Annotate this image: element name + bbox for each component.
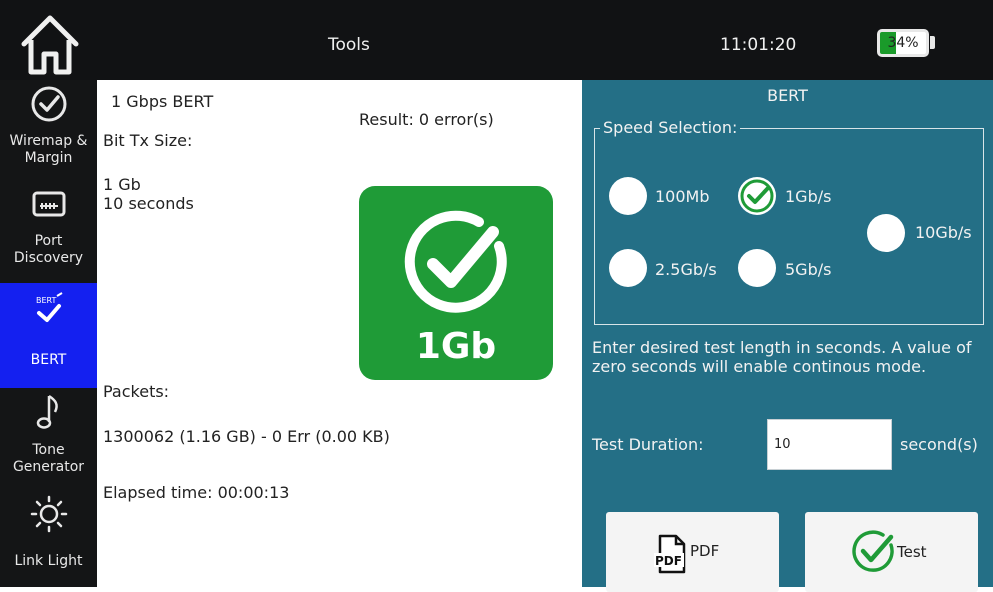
music-note-icon [36, 394, 58, 429]
sidebar-item-label: Wiremap & [9, 133, 88, 149]
duration-description: Enter desired test length in seconds. A … [592, 338, 972, 376]
bert-icon: BERT [36, 292, 63, 322]
test-duration-label: Test Duration: [592, 435, 704, 454]
sidebar-item-tone-generator[interactable]: Tone Generator [0, 388, 97, 488]
sidebar-item-label: Tone [32, 442, 65, 458]
panel-title: BERT [767, 86, 808, 105]
test-button-label: Test [897, 543, 927, 561]
packets-label: Packets: [103, 382, 170, 401]
battery-icon: 34% [877, 29, 929, 57]
elapsed-time: Elapsed time: 00:00:13 [103, 483, 290, 502]
check-circle-icon [740, 179, 774, 213]
sidebar-item-label: Link Light [14, 553, 83, 569]
radio-label-10gbs: 10Gb/s [915, 223, 972, 242]
bit-tx-size: 1 Gb [103, 175, 141, 194]
sidebar-item-label: Generator [12, 459, 85, 475]
home-button[interactable] [18, 12, 82, 76]
result-badge: 1Gb [359, 186, 553, 380]
home-icon [21, 15, 79, 75]
radio-label-2-5gbs: 2.5Gb/s [655, 260, 717, 279]
sidebar-item-link-light[interactable]: Link Light [0, 488, 97, 587]
pdf-icon-text: PDF [655, 554, 682, 568]
battery-percent: 34% [887, 35, 919, 51]
radio-2-5gbs[interactable] [609, 249, 647, 287]
radio-label-100mb: 100Mb [655, 187, 710, 206]
sidebar-item-label: Margin [24, 150, 73, 166]
check-circle-icon [852, 530, 894, 572]
test-duration-input[interactable] [767, 419, 892, 470]
svg-text:BERT: BERT [36, 296, 57, 305]
page-title: Tools [328, 35, 370, 55]
duration-unit: second(s) [900, 435, 978, 454]
bit-tx-duration: 10 seconds [103, 194, 194, 213]
result-text: Result: 0 error(s) [359, 110, 494, 129]
sidebar-item-wiremap[interactable]: Wiremap & Margin [0, 80, 97, 185]
radio-label-5gbs: 5Gb/s [785, 260, 832, 279]
pdf-button[interactable]: PDF PDF [606, 512, 779, 592]
radio-1gbs[interactable] [738, 177, 776, 215]
sidebar-item-port-discovery[interactable]: Port Discovery [0, 185, 97, 283]
radio-5gbs[interactable] [738, 249, 776, 287]
bert-settings-panel: BERT Speed Selection: 100Mb 1Gb/s 10Gb/s… [582, 80, 993, 592]
sun-icon [30, 495, 67, 533]
results-area: 1 Gbps BERT Result: 0 error(s) Bit Tx Si… [97, 80, 582, 587]
top-bar: Tools 11:01:20 34% [0, 0, 993, 80]
pdf-button-label: PDF [690, 542, 720, 560]
test-name: 1 Gbps BERT [111, 92, 214, 111]
sidebar-item-bert[interactable]: BERT BERT [0, 283, 97, 388]
check-circle-icon [31, 86, 66, 122]
ethernet-port-icon [32, 191, 65, 217]
test-button[interactable]: Test [805, 512, 978, 592]
radio-10gbs[interactable] [867, 214, 905, 252]
sidebar-item-label: BERT [30, 352, 67, 368]
radio-100mb[interactable] [609, 177, 647, 215]
packets-value: 1300062 (1.16 GB) - 0 Err (0.00 KB) [103, 427, 390, 446]
sidebar-item-label: Discovery [13, 250, 84, 266]
sidebar: Wiremap & Margin Port Discovery BERT BER… [0, 80, 97, 587]
pdf-file-icon: PDF [654, 534, 686, 574]
sidebar-item-label: Port [34, 233, 63, 249]
speed-selection-legend: Speed Selection: [600, 118, 741, 137]
radio-label-1gbs: 1Gb/s [785, 187, 832, 206]
bit-tx-label: Bit Tx Size: [103, 131, 193, 150]
clock: 11:01:20 [720, 35, 797, 55]
battery-terminal [930, 36, 935, 49]
badge-label: 1Gb [415, 326, 497, 367]
check-circle-icon [404, 210, 507, 313]
